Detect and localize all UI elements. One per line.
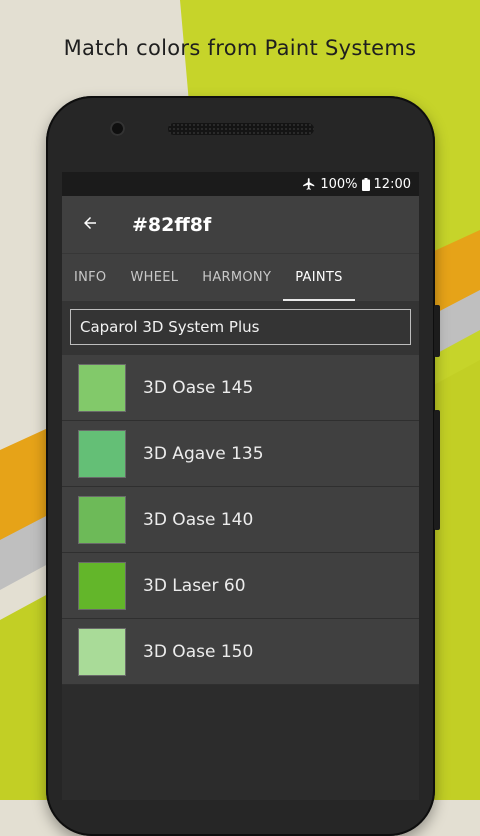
paint-system-selector-area: Caparol 3D System Plus bbox=[62, 301, 419, 355]
paint-name: 3D Oase 140 bbox=[143, 509, 254, 530]
front-camera bbox=[110, 121, 125, 136]
paint-swatch bbox=[78, 627, 126, 676]
list-item[interactable]: 3D Oase 140 bbox=[62, 487, 419, 553]
app-screen: 100% 12:00 #82ff8f INFO WHEEL HARMONY PA… bbox=[62, 172, 419, 800]
tab-bar: INFO WHEEL HARMONY PAINTS bbox=[62, 253, 419, 301]
tab-harmony[interactable]: HARMONY bbox=[190, 254, 283, 301]
paint-name: 3D Agave 135 bbox=[143, 443, 264, 464]
list-item[interactable]: 3D Laser 60 bbox=[62, 553, 419, 619]
paint-list: 3D Oase 145 3D Agave 135 3D Oase 140 3D … bbox=[62, 355, 419, 685]
airplane-icon bbox=[302, 177, 316, 191]
phone-volume-button bbox=[434, 410, 440, 530]
list-item[interactable]: 3D Oase 145 bbox=[62, 355, 419, 421]
paint-swatch bbox=[78, 495, 126, 544]
status-bar: 100% 12:00 bbox=[62, 172, 419, 196]
paint-swatch bbox=[78, 363, 126, 412]
paint-system-selector[interactable]: Caparol 3D System Plus bbox=[70, 309, 411, 345]
tab-wheel[interactable]: WHEEL bbox=[118, 254, 190, 301]
battery-percent: 100% bbox=[320, 176, 358, 192]
paint-name: 3D Oase 145 bbox=[143, 377, 254, 398]
list-item[interactable]: 3D Oase 150 bbox=[62, 619, 419, 685]
clock: 12:00 bbox=[373, 176, 411, 192]
list-item[interactable]: 3D Agave 135 bbox=[62, 421, 419, 487]
color-hex-title: #82ff8f bbox=[132, 213, 212, 236]
battery-icon bbox=[361, 177, 370, 191]
earpiece-speaker bbox=[168, 123, 314, 135]
marketing-caption: Match colors from Paint Systems bbox=[63, 36, 417, 60]
paint-swatch bbox=[78, 429, 126, 478]
back-button[interactable] bbox=[62, 196, 118, 253]
paint-swatch bbox=[78, 561, 126, 610]
paint-name: 3D Laser 60 bbox=[143, 575, 246, 596]
arrow-left-icon bbox=[81, 214, 99, 236]
tab-info[interactable]: INFO bbox=[62, 254, 118, 301]
tab-paints[interactable]: PAINTS bbox=[283, 254, 356, 301]
app-toolbar: #82ff8f bbox=[62, 196, 419, 253]
phone-power-button bbox=[434, 305, 440, 357]
paint-name: 3D Oase 150 bbox=[143, 641, 254, 662]
